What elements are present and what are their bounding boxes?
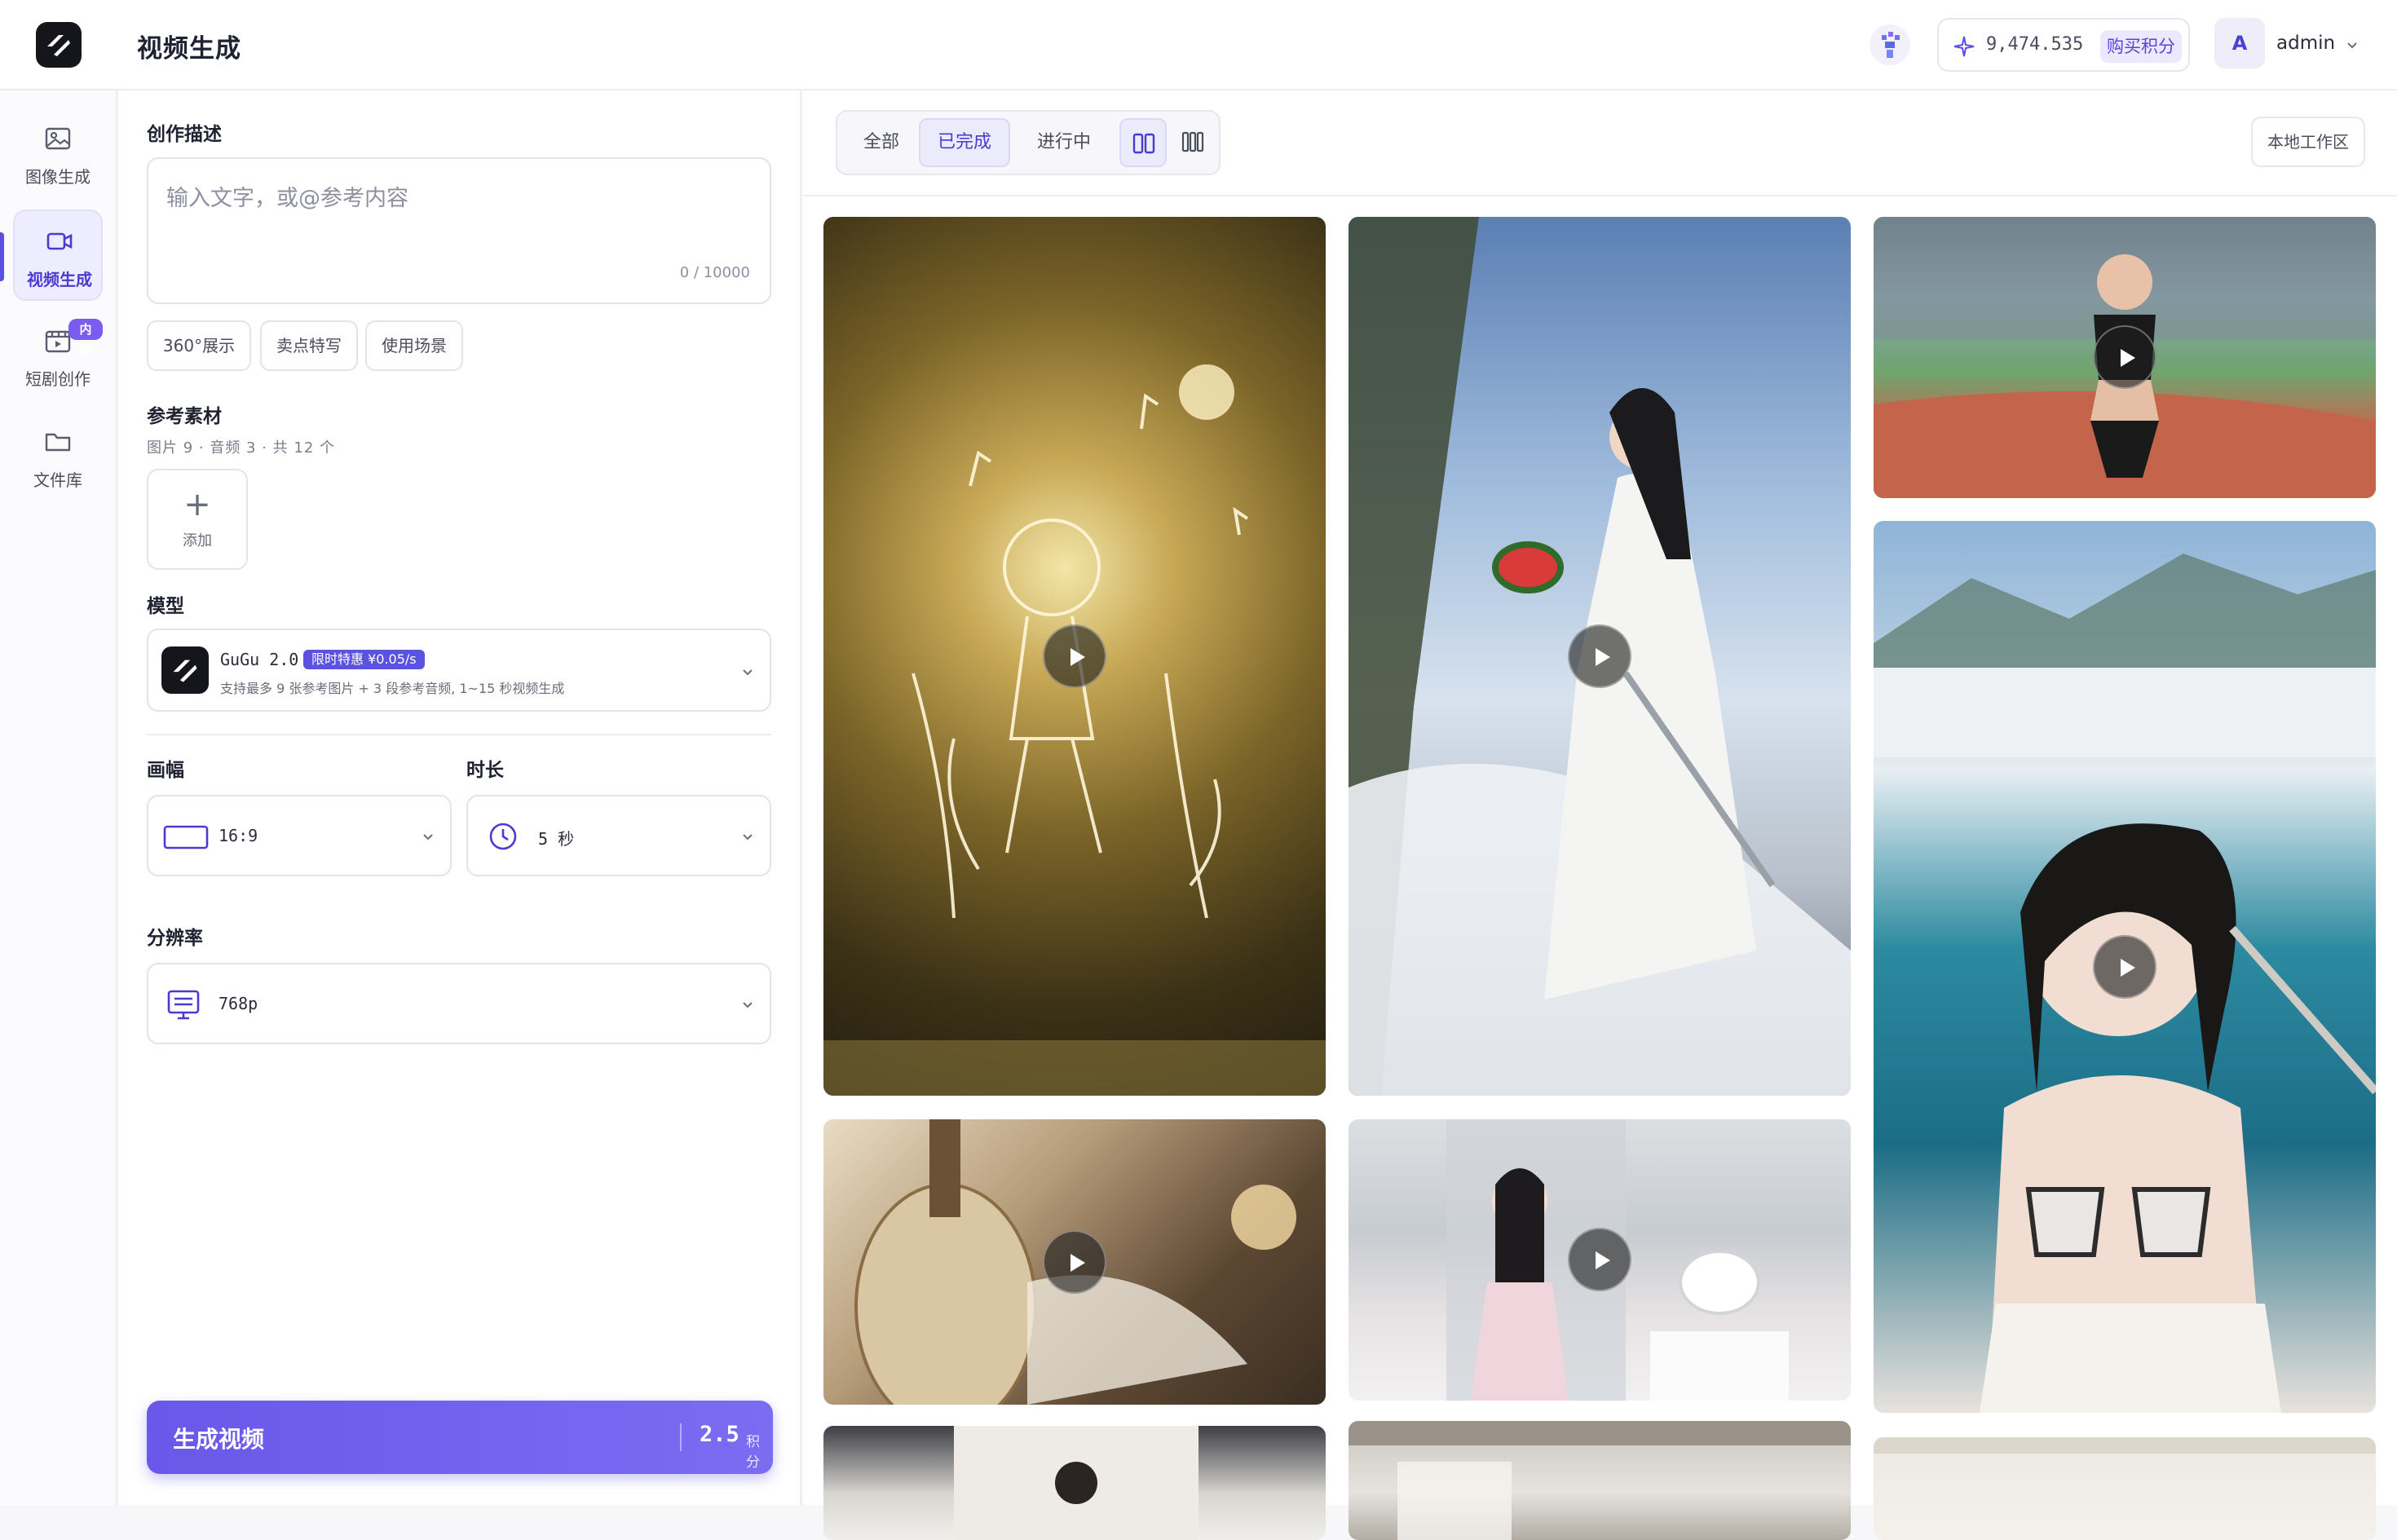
chip-selling-point[interactable]: 卖点特写	[260, 320, 358, 371]
video-icon	[46, 232, 73, 250]
description-title: 创作描述	[147, 124, 222, 145]
prompt-textarea[interactable]: 输入文字，或@参考内容 0 / 10000	[147, 157, 771, 304]
top-header: 视频生成 9,474.535 购买积分 A admin	[0, 0, 2397, 90]
play-button[interactable]	[2093, 325, 2156, 389]
model-name: GuGu 2.0	[220, 650, 299, 669]
video-card-stadium-runner[interactable]	[1874, 217, 2376, 498]
add-reference-button[interactable]: + 添加	[147, 469, 248, 570]
chevron-down-icon	[743, 834, 753, 841]
tab-completed[interactable]: 已完成	[919, 118, 1010, 167]
local-workspace-button[interactable]: 本地工作区	[2251, 117, 2365, 167]
add-label: 添加	[183, 532, 212, 549]
sidebar-item-video[interactable]: 视频生成	[13, 210, 103, 301]
model-logo-icon	[161, 646, 209, 694]
logo-mark-icon	[47, 35, 70, 56]
resolution-value: 768p	[219, 994, 258, 1013]
monitor-icon	[167, 990, 200, 1020]
chevron-down-icon	[743, 669, 753, 676]
play-button[interactable]	[1043, 1230, 1106, 1294]
user-name[interactable]: admin	[2276, 33, 2335, 54]
chevron-down-icon	[423, 834, 433, 841]
chevron-down-icon	[743, 1002, 753, 1008]
view-three-column-button[interactable]	[1170, 118, 1217, 167]
sidebar-nav: 图像生成 视频生成 内测 短剧创作 文件库	[0, 90, 117, 1505]
clock-icon	[489, 823, 517, 850]
toolbar-divider	[803, 195, 2397, 196]
play-button[interactable]	[2093, 935, 2156, 999]
prompt-placeholder: 输入文字，或@参考内容	[166, 186, 408, 211]
video-card-row3-left[interactable]	[823, 1426, 1326, 1540]
film-icon	[45, 330, 71, 353]
tab-all[interactable]: 全部	[847, 118, 916, 167]
generate-cost: 2.5	[700, 1422, 739, 1447]
play-button[interactable]	[1568, 624, 1631, 688]
ratio-value: 16:9	[219, 826, 258, 845]
chevron-down-icon[interactable]	[2345, 38, 2359, 52]
play-button[interactable]	[1043, 624, 1106, 688]
duration-select[interactable]: 5 秒	[466, 795, 771, 876]
app-logo[interactable]	[36, 22, 82, 68]
duration-value: 5 秒	[538, 829, 575, 849]
video-card-drone-woman[interactable]	[1349, 1119, 1851, 1401]
buy-credits-button[interactable]: 购买积分	[2100, 30, 2182, 63]
sparkle-icon	[1953, 36, 1975, 57]
resolution-select[interactable]: 768p	[147, 963, 771, 1044]
aspect-ratio-icon	[163, 825, 209, 849]
two-column-icon	[1132, 133, 1155, 154]
reference-title: 参考素材	[147, 406, 222, 427]
page-title: 视频生成	[137, 34, 241, 64]
model-title: 模型	[147, 596, 184, 617]
ratio-title: 画幅	[147, 760, 184, 781]
button-separator	[680, 1423, 682, 1451]
model-description: 支持最多 9 张参考图片 + 3 段参考音频, 1~15 秒视频生成	[220, 681, 565, 696]
sidebar-item-files[interactable]: 文件库	[13, 412, 103, 503]
duration-title: 时长	[466, 760, 504, 781]
image-icon	[45, 127, 71, 150]
sidebar-item-image[interactable]: 图像生成	[13, 108, 103, 200]
sidebar-item-drama[interactable]: 内测 短剧创作	[13, 311, 103, 402]
video-card-cliff-watermelon[interactable]	[1349, 217, 1851, 1096]
chip-360-display[interactable]: 360°展示	[147, 320, 251, 371]
video-card-yacht-harbor[interactable]	[1874, 521, 2376, 1413]
sidebar-item-label: 图像生成	[25, 167, 90, 187]
avatar[interactable]: A	[2214, 18, 2265, 68]
three-column-icon	[1181, 131, 1204, 152]
video-card-glowing-sketch[interactable]	[823, 217, 1326, 1096]
brand-mascot-icon[interactable]	[1867, 22, 1913, 68]
interior-illustration	[1349, 1421, 1851, 1540]
play-button[interactable]	[1568, 1228, 1631, 1291]
char-counter: 0 / 10000	[679, 264, 750, 281]
sidebar-item-label: 文件库	[33, 470, 82, 490]
filter-tabs: 全部 已完成 进行中	[836, 110, 1221, 175]
credits-balance: 9,474.535	[1986, 34, 2084, 55]
resolution-title: 分辨率	[147, 928, 203, 949]
sidebar-item-label: 视频生成	[27, 270, 92, 289]
video-card-row3-right[interactable]	[1874, 1437, 2376, 1540]
promo-badge: 限时特惠 ¥0.05/s	[303, 650, 425, 669]
beta-badge: 内测	[68, 319, 103, 358]
video-card-pipa-player[interactable]	[823, 1119, 1326, 1405]
tab-in-progress[interactable]: 进行中	[1015, 118, 1113, 167]
ratio-select[interactable]: 16:9	[147, 795, 452, 876]
view-two-column-button[interactable]	[1119, 118, 1167, 167]
sidebar-item-label: 短剧创作	[25, 369, 90, 389]
room-woman-illustration	[954, 1426, 1198, 1540]
model-select[interactable]: GuGu 2.0 限时特惠 ¥0.05/s 支持最多 9 张参考图片 + 3 段…	[147, 629, 771, 712]
video-card-row3-middle[interactable]	[1349, 1421, 1851, 1540]
credits-widget: 9,474.535 购买积分	[1937, 18, 2190, 72]
video-gallery: 全部 已完成 进行中 本地工作区	[803, 90, 2397, 1540]
active-nav-indicator	[0, 232, 4, 281]
generate-video-button[interactable]: 生成视频 2.5 积分	[147, 1401, 773, 1474]
creation-panel: 创作描述 输入文字，或@参考内容 0 / 10000 360°展示 卖点特写 使…	[118, 90, 801, 1505]
reference-meta: 图片 9 · 音频 3 · 共 12 个	[147, 439, 336, 457]
user-menu[interactable]: A admin	[2214, 18, 2361, 72]
generate-cost-unit: 积分	[746, 1434, 760, 1471]
generate-label: 生成视频	[173, 1426, 265, 1453]
plus-icon: +	[183, 486, 211, 523]
folder-icon	[45, 433, 71, 452]
section-divider	[147, 734, 771, 735]
chip-usage-scene[interactable]: 使用场景	[365, 320, 463, 371]
bright-room-illustration	[1874, 1437, 2376, 1454]
